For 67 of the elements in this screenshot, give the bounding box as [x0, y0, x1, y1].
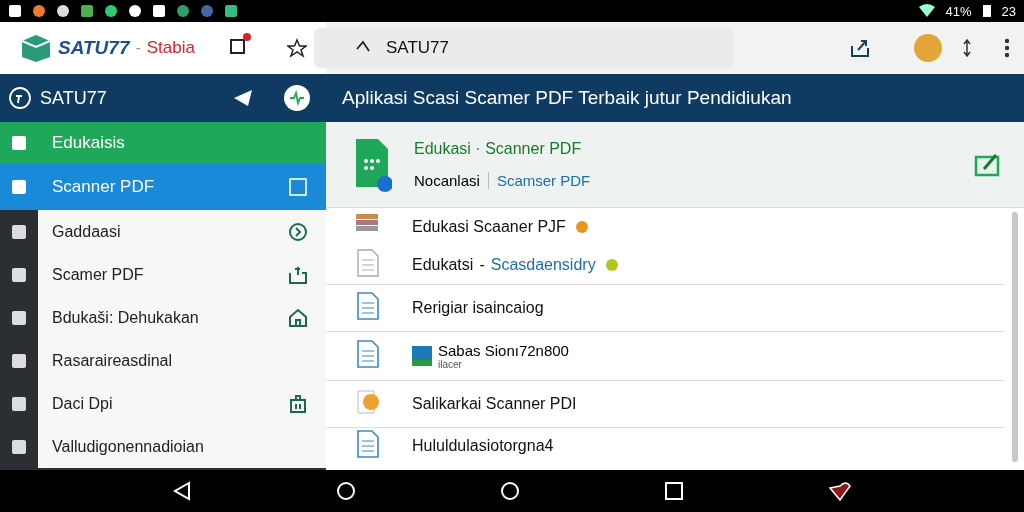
brand-name: SATU77 — [58, 37, 130, 59]
sidebar-item[interactable]: Scanner PDF — [0, 164, 326, 210]
app-logo-icon — [20, 33, 52, 63]
sidebar-label: Gaddaasi — [52, 222, 122, 241]
file-name: Edukasi Scaaner PJF — [412, 218, 566, 236]
notification-icon — [32, 4, 46, 18]
file-subtitle: ilacer — [438, 359, 463, 370]
file-tag: Scasdaensidry — [490, 256, 596, 274]
name-separator: - — [479, 256, 485, 274]
notification-icon — [104, 4, 118, 18]
send-icon[interactable] — [232, 88, 254, 108]
account-name: SATU77 — [40, 87, 107, 109]
back-icon[interactable] — [172, 481, 192, 501]
document-link[interactable]: Scamser PDF — [487, 172, 591, 189]
file-name: Salikarkai Scanner PDI — [412, 395, 577, 413]
notification-icon — [56, 4, 70, 18]
file-name: Rerigiar isaincaiog — [412, 299, 544, 317]
sort-icon[interactable] — [962, 38, 972, 58]
file-row[interactable]: Hululdulasiotorgna4 — [326, 427, 1004, 464]
circle-icon[interactable] — [500, 481, 520, 501]
wifi-icon — [917, 4, 936, 18]
sidebar-label: Valludigonennadioian — [52, 437, 205, 456]
chevron-icon — [288, 221, 308, 242]
sidebar-label: Edukaisis — [52, 133, 126, 153]
file-row[interactable]: Edukatsi - Scasdaensidry — [326, 246, 1004, 284]
sidebar-label: Bdukaši: Dehukakan — [52, 308, 200, 327]
document-title: Edukasi · Scanner PDF — [414, 140, 583, 158]
bin-icon — [288, 393, 308, 414]
battery-icon — [981, 4, 992, 18]
recents-icon[interactable] — [664, 481, 684, 501]
notification-icon[interactable] — [229, 37, 247, 55]
notification-icon — [224, 4, 238, 18]
scrollbar[interactable] — [1012, 212, 1018, 462]
notification-icon — [8, 4, 22, 18]
search-field[interactable]: SATU77 — [314, 28, 734, 68]
sidebar-label: Scamer PDF — [52, 265, 145, 284]
edit-icon[interactable] — [974, 152, 1000, 177]
brand-separator: - — [135, 39, 141, 57]
sidebar-label: Scanner PDF — [52, 177, 156, 197]
file-name: Edukatsi — [412, 256, 474, 274]
notification-icon — [176, 4, 190, 18]
image-thumbnail — [412, 346, 432, 366]
sidebar-label: Rasaraireasdinal — [52, 351, 174, 370]
notification-icon — [200, 4, 214, 18]
notification-icon — [128, 4, 142, 18]
activity-icon[interactable] — [284, 85, 310, 111]
file-row[interactable]: Rerigiar isaincaiog — [326, 284, 1004, 331]
file-row[interactable]: Salikarkai Scanner PDI — [326, 380, 1004, 427]
page-title: Aplikasi Scasi Scamer PDF Terbaik jutur Pendidiukan — [342, 87, 792, 109]
sidebar-label: Daci Dpi — [52, 394, 114, 413]
more-icon[interactable] — [1004, 38, 1010, 58]
image-file-icon — [354, 387, 382, 417]
brand-subtitle: Stabia — [146, 38, 195, 58]
document-meta: Nocanlasi — [414, 172, 480, 189]
clock: 23 — [1001, 3, 1016, 19]
battery-percent: 41% — [945, 3, 972, 19]
file-name: Hululdulasiotorgna4 — [412, 437, 554, 455]
file-row[interactable]: Sabas Sionı72n800 ilacer — [326, 331, 1004, 380]
notification-icon — [152, 4, 166, 18]
share-icon[interactable] — [850, 38, 870, 58]
notification-icon — [80, 4, 94, 18]
star-icon[interactable] — [287, 38, 307, 58]
file-name: Sabas Sionı72n800 — [438, 342, 569, 359]
tray-icon — [288, 264, 308, 285]
file-row[interactable]: Edukasi Scaaner PJF — [326, 208, 1004, 246]
square-icon — [288, 177, 308, 197]
home-icon[interactable] — [336, 481, 356, 501]
